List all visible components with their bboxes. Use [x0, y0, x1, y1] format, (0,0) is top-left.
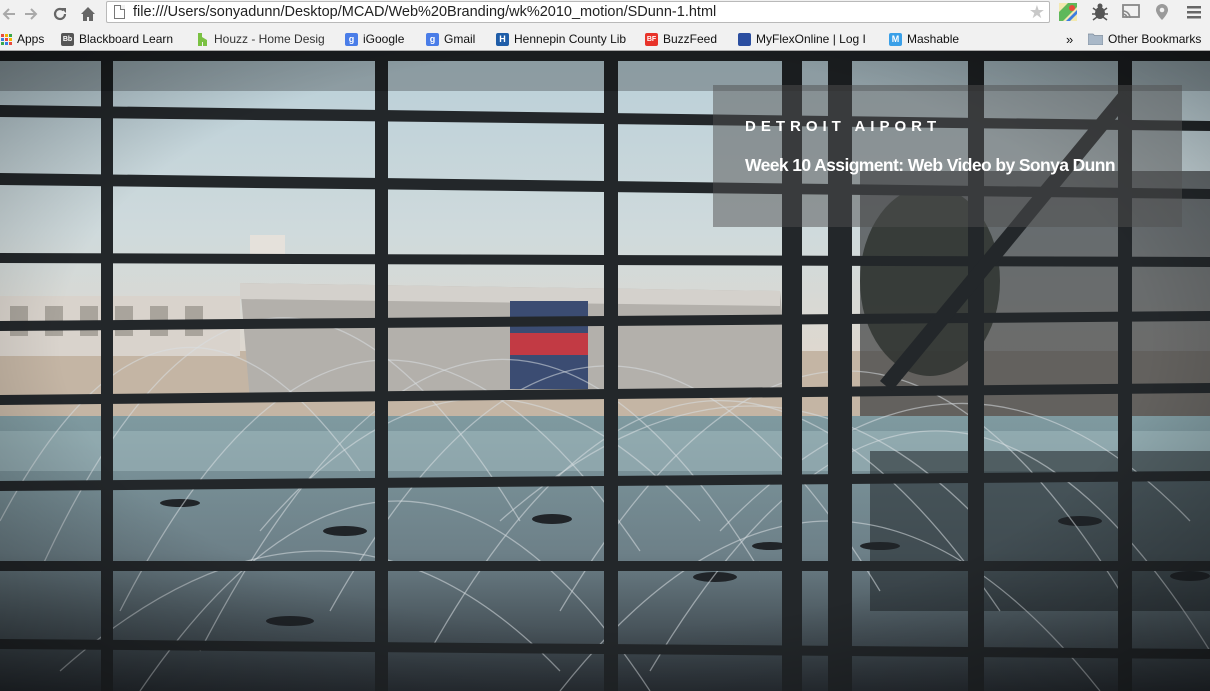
forward-icon[interactable]: [20, 0, 42, 27]
title-overlay: DETROIT AIPORT Week 10 Assigment: Web Vi…: [713, 85, 1182, 227]
reload-icon[interactable]: [48, 0, 72, 27]
bookmark-star-icon[interactable]: ★: [1029, 2, 1045, 22]
page-icon: [114, 5, 125, 19]
menu-icon[interactable]: [1184, 2, 1206, 24]
back-icon[interactable]: [0, 0, 18, 27]
bookmark-other[interactable]: Other Bookmarks: [1088, 31, 1201, 47]
bookmarks-overflow-button[interactable]: »: [1066, 31, 1073, 47]
bookmark-mashable[interactable]: M Mashable: [889, 31, 959, 47]
url-text[interactable]: file:///Users/sonyadunn/Desktop/MCAD/Web…: [133, 4, 716, 20]
bookmark-hennepin[interactable]: H Hennepin County Lib: [496, 31, 626, 47]
bookmark-label: MyFlexOnline | Log I: [756, 32, 866, 46]
hennepin-icon: H: [496, 32, 509, 46]
maps-icon[interactable]: [1058, 2, 1080, 24]
bug-icon[interactable]: [1090, 2, 1112, 24]
myflex-icon: [738, 32, 751, 46]
apps-grid-icon: [1, 33, 12, 45]
bookmark-label: Hennepin County Lib: [514, 32, 627, 46]
bookmark-buzzfeed[interactable]: BF BuzzFeed: [645, 31, 717, 47]
cast-icon[interactable]: [1121, 2, 1143, 24]
bookmark-myflex[interactable]: MyFlexOnline | Log I: [738, 31, 866, 47]
bookmarks-bar: Apps Bb Blackboard Learn Houzz - Home De…: [0, 27, 1210, 51]
folder-icon: [1088, 33, 1103, 46]
page-title: DETROIT AIPORT: [745, 118, 942, 135]
bookmark-houzz[interactable]: Houzz - Home Desig: [196, 31, 325, 47]
background-video[interactable]: DETROIT AIPORT Week 10 Assigment: Web Vi…: [0, 51, 1210, 691]
google-icon: g: [345, 32, 358, 46]
buzzfeed-icon: BF: [645, 32, 658, 46]
bookmark-igoogle[interactable]: g iGoogle: [345, 31, 404, 47]
page-subtitle: Week 10 Assigment: Web Video by Sonya Du…: [745, 155, 1116, 175]
home-icon[interactable]: [76, 0, 100, 27]
blackboard-icon: Bb: [61, 32, 74, 46]
bookmark-label: iGoogle: [363, 32, 405, 46]
google-icon: g: [426, 32, 439, 46]
bookmark-label: BuzzFeed: [663, 32, 718, 46]
bookmark-label: Gmail: [444, 32, 476, 46]
location-pin-icon[interactable]: [1152, 2, 1174, 24]
browser-toolbar: file:///Users/sonyadunn/Desktop/MCAD/Web…: [0, 0, 1210, 27]
bookmark-apps[interactable]: Apps: [1, 31, 44, 47]
bookmark-label: Apps: [17, 32, 45, 46]
houzz-icon: [196, 32, 209, 46]
bookmark-label: Mashable: [907, 32, 960, 46]
bookmark-gmail[interactable]: g Gmail: [426, 31, 475, 47]
bookmark-label: Houzz - Home Desig: [214, 32, 325, 46]
address-bar[interactable]: file:///Users/sonyadunn/Desktop/MCAD/Web…: [106, 1, 1050, 23]
mashable-icon: M: [889, 32, 902, 46]
bookmark-label: Blackboard Learn: [79, 32, 174, 46]
bookmark-label: Other Bookmarks: [1108, 32, 1202, 46]
bookmark-blackboard[interactable]: Bb Blackboard Learn: [61, 31, 173, 47]
